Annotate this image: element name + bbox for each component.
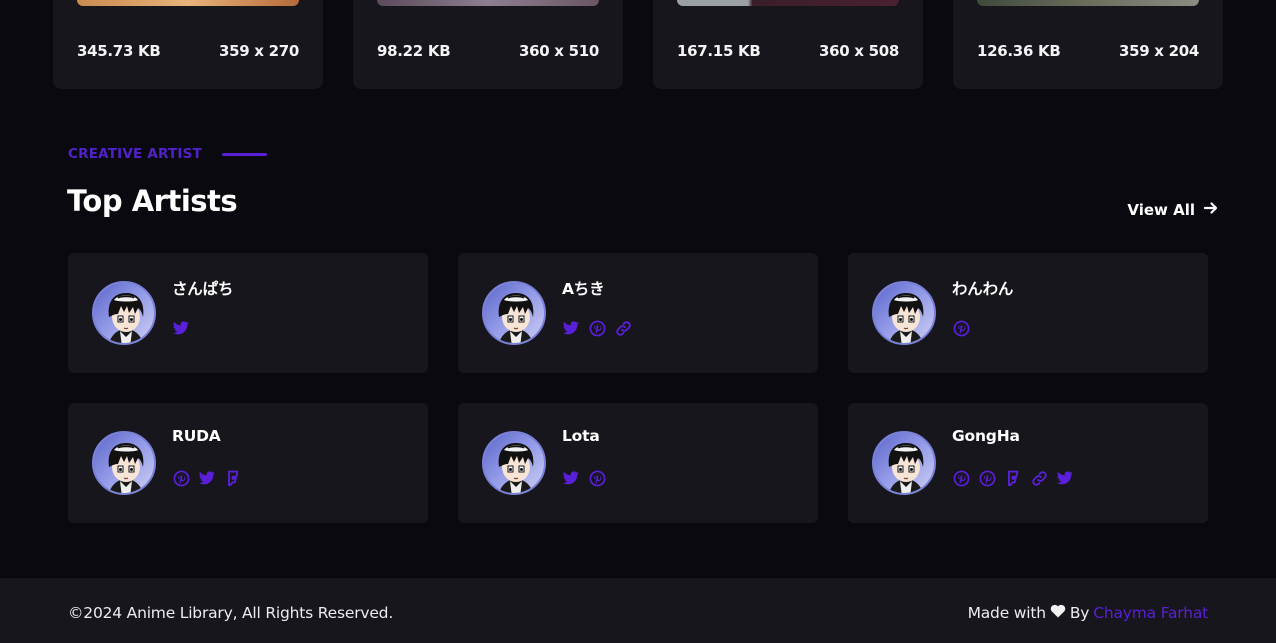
twitter-icon[interactable] (562, 469, 580, 487)
artist-avatar[interactable] (92, 281, 156, 345)
made-with-label: Made with (967, 604, 1046, 622)
artist-card[interactable]: RUDA (68, 403, 428, 523)
image-thumbnail[interactable] (377, 0, 599, 6)
by-label: By (1069, 604, 1090, 622)
pinterest-icon[interactable] (978, 469, 996, 487)
artist-card[interactable]: さんぱち (68, 253, 428, 373)
artist-avatar[interactable] (482, 281, 546, 345)
page: 345.73 KB 359 x 270 98.22 KB 360 x 510 1… (0, 0, 1276, 643)
image-grid: 345.73 KB 359 x 270 98.22 KB 360 x 510 1… (53, 0, 1223, 89)
pinterest-icon[interactable] (952, 319, 970, 337)
view-all-link[interactable]: View All (1127, 200, 1219, 220)
section-title: Top Artists (67, 184, 238, 218)
artist-name[interactable]: さんぱち (172, 277, 233, 299)
social-links (952, 469, 1074, 487)
twitter-icon[interactable] (1056, 469, 1074, 487)
artist-avatar[interactable] (92, 431, 156, 495)
twitter-icon[interactable] (562, 319, 580, 337)
artist-name[interactable]: RUDA (172, 427, 221, 445)
image-dimensions: 360 x 508 (818, 42, 899, 60)
eyebrow-divider (221, 152, 267, 156)
artist-avatar[interactable] (872, 281, 936, 345)
artist-name[interactable]: Lota (562, 427, 600, 445)
pinterest-icon[interactable] (588, 469, 606, 487)
image-thumbnail[interactable] (677, 0, 899, 6)
artist-card[interactable]: Aちき (458, 253, 818, 373)
credit: Made with By Chayma Farhat (967, 604, 1209, 622)
image-size: 345.73 KB (77, 42, 161, 60)
footer: ©2024 Anime Library, All Rights Reserved… (0, 578, 1276, 643)
pinterest-icon[interactable] (952, 469, 970, 487)
arrow-right-icon (1203, 200, 1219, 220)
pinterest-icon[interactable] (172, 469, 190, 487)
foursquare-icon[interactable] (224, 469, 242, 487)
image-thumbnail[interactable] (977, 0, 1199, 6)
image-size: 98.22 KB (377, 42, 451, 60)
image-dimensions: 359 x 204 (1118, 42, 1199, 60)
image-card[interactable]: 126.36 KB 359 x 204 (953, 0, 1223, 89)
social-links (172, 469, 242, 487)
image-dimensions: 360 x 510 (518, 42, 599, 60)
heart-icon (1050, 604, 1066, 622)
artist-name[interactable]: Aちき (562, 277, 605, 299)
link-icon[interactable] (1030, 469, 1048, 487)
image-card[interactable]: 98.22 KB 360 x 510 (353, 0, 623, 89)
social-links (172, 319, 190, 337)
artist-card[interactable]: わんわん (848, 253, 1208, 373)
image-dimensions: 359 x 270 (218, 42, 299, 60)
image-meta: 126.36 KB 359 x 204 (977, 42, 1199, 60)
artist-name[interactable]: GongHa (952, 427, 1020, 445)
image-thumbnail[interactable] (77, 0, 299, 6)
social-links (952, 319, 970, 337)
pinterest-icon[interactable] (588, 319, 606, 337)
image-meta: 345.73 KB 359 x 270 (77, 42, 299, 60)
link-icon[interactable] (614, 319, 632, 337)
image-meta: 167.15 KB 360 x 508 (677, 42, 899, 60)
artist-avatar[interactable] (872, 431, 936, 495)
image-card[interactable]: 167.15 KB 360 x 508 (653, 0, 923, 89)
image-size: 167.15 KB (677, 42, 761, 60)
twitter-icon[interactable] (172, 319, 190, 337)
author-link[interactable]: Chayma Farhat (1093, 604, 1208, 622)
image-size: 126.36 KB (977, 42, 1061, 60)
section-eyebrow: CREATIVE ARTIST (68, 146, 267, 162)
image-meta: 98.22 KB 360 x 510 (377, 42, 599, 60)
image-card[interactable]: 345.73 KB 359 x 270 (53, 0, 323, 89)
view-all-label: View All (1127, 201, 1195, 219)
foursquare-icon[interactable] (1004, 469, 1022, 487)
social-links (562, 469, 606, 487)
artist-name[interactable]: わんわん (952, 277, 1013, 299)
artist-card[interactable]: Lota (458, 403, 818, 523)
artist-avatar[interactable] (482, 431, 546, 495)
social-links (562, 319, 632, 337)
eyebrow-label: CREATIVE ARTIST (68, 146, 202, 162)
twitter-icon[interactable] (198, 469, 216, 487)
artist-card[interactable]: GongHa (848, 403, 1208, 523)
copyright-text: ©2024 Anime Library, All Rights Reserved… (68, 604, 394, 622)
